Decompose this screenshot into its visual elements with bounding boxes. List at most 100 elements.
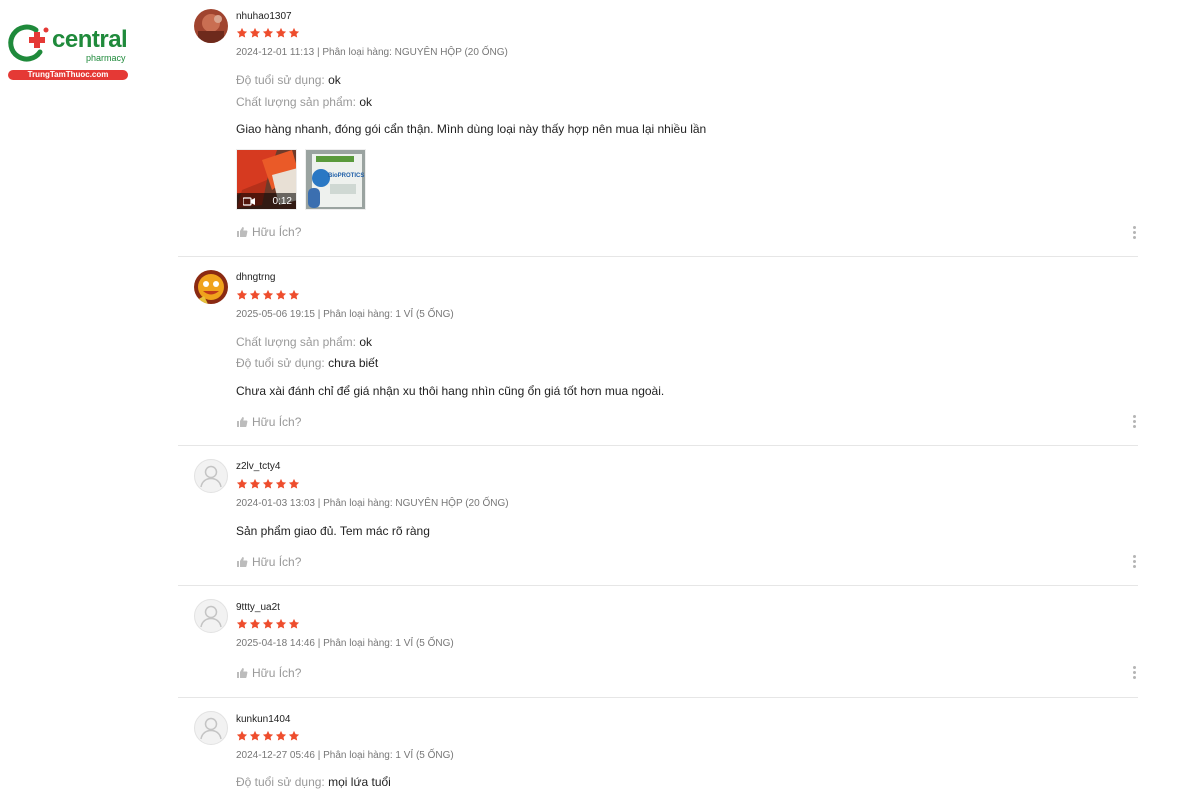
star-icon xyxy=(236,478,248,489)
star-icon xyxy=(275,27,287,38)
video-duration: 0:12 xyxy=(272,195,292,207)
video-duration-bar: 0:12 xyxy=(237,193,296,209)
star-rating xyxy=(236,27,300,39)
review-meta: 2024-12-27 05:46 | Phân loại hàng: 1 VỈ … xyxy=(236,750,454,761)
logo-brand: central xyxy=(52,26,128,53)
star-icon xyxy=(288,730,300,741)
star-icon xyxy=(262,478,274,489)
star-icon xyxy=(262,27,274,38)
review-attribute: Chất lượng sản phẩm: ok xyxy=(236,95,372,109)
attribute-value: mọi lứa tuổi xyxy=(328,775,391,789)
review-meta: 2025-05-06 19:15 | Phân loại hàng: 1 VỈ … xyxy=(236,309,454,320)
review-list: nhuhao1307 2024-12-01 11:13 | Phân loại … xyxy=(178,0,1138,800)
star-icon xyxy=(249,289,261,300)
review-attribute: Độ tuổi sử dụng: ok xyxy=(236,73,341,87)
logo-mark-icon xyxy=(8,24,49,62)
attribute-value: ok xyxy=(359,95,372,109)
star-icon xyxy=(236,27,248,38)
default-user-icon xyxy=(200,717,222,740)
default-user-icon xyxy=(200,605,222,628)
avatar-photo-icon xyxy=(194,270,228,304)
avatar[interactable] xyxy=(194,599,228,633)
attribute-label: Độ tuổi sử dụng: xyxy=(236,73,325,87)
star-icon xyxy=(236,289,248,300)
more-options-icon[interactable] xyxy=(1132,226,1136,239)
review-meta: 2025-04-18 14:46 | Phân loại hàng: 1 VỈ … xyxy=(236,638,454,649)
review-attribute: Độ tuổi sử dụng: mọi lứa tuổi xyxy=(236,775,391,789)
attribute-label: Độ tuổi sử dụng: xyxy=(236,356,325,370)
logo-site: TrungTamThuoc.com xyxy=(8,70,128,80)
helpful-button[interactable]: Hữu Ích? xyxy=(236,555,301,569)
helpful-label: Hữu Ích? xyxy=(252,666,302,680)
review-content: Chưa xài đánh chỉ để giá nhận xu thôi ha… xyxy=(236,384,665,398)
star-icon xyxy=(262,730,274,741)
star-icon xyxy=(275,730,287,741)
star-icon xyxy=(262,289,274,300)
star-icon xyxy=(288,478,300,489)
star-icon xyxy=(236,730,248,741)
review-media: 0:12 BioPROTICS xyxy=(236,149,366,210)
avatar[interactable] xyxy=(194,270,228,304)
review-meta: 2024-12-01 11:13 | Phân loại hàng: NGUYÊ… xyxy=(236,47,508,58)
star-rating xyxy=(236,478,300,490)
thumbs-up-icon xyxy=(237,668,248,678)
avatar[interactable] xyxy=(194,459,228,493)
review-item: z2lv_tcty4 2024-01-03 13:03 | Phân loại … xyxy=(178,446,1138,586)
review-attribute: Chất lượng sản phẩm: ok xyxy=(236,335,372,349)
more-options-icon[interactable] xyxy=(1132,555,1136,568)
review-username[interactable]: nhuhao1307 xyxy=(236,11,292,22)
star-rating xyxy=(236,618,300,630)
review-item: nhuhao1307 2024-12-01 11:13 | Phân loại … xyxy=(178,0,1138,257)
review-attribute: Độ tuổi sử dụng: chưa biết xyxy=(236,356,378,370)
avatar-photo-icon xyxy=(194,9,228,43)
thumbs-up-icon xyxy=(237,557,248,567)
star-icon xyxy=(236,618,248,629)
product-photo-image: BioPROTICS xyxy=(306,150,365,209)
review-content: Sản phẩm giao đủ. Tem mác rõ ràng xyxy=(236,524,430,538)
review-username[interactable]: kunkun1404 xyxy=(236,714,291,725)
product-label: BioPROTICS xyxy=(328,173,364,179)
video-camera-icon xyxy=(243,196,255,206)
review-username[interactable]: dhngtrng xyxy=(236,272,275,283)
helpful-button[interactable]: Hữu Ích? xyxy=(236,666,301,680)
attribute-value: chưa biết xyxy=(328,356,379,370)
helpful-button[interactable]: Hữu Ích? xyxy=(236,225,301,239)
review-username[interactable]: z2lv_tcty4 xyxy=(236,461,280,472)
star-icon xyxy=(249,730,261,741)
thumbs-up-icon xyxy=(237,417,248,427)
star-icon xyxy=(262,618,274,629)
attribute-label: Độ tuổi sử dụng: xyxy=(236,775,325,789)
attribute-value: ok xyxy=(359,335,372,349)
review-item: kunkun1404 2024-12-27 05:46 | Phân loại … xyxy=(178,698,1138,800)
more-options-icon[interactable] xyxy=(1132,666,1136,679)
review-content: Giao hàng nhanh, đóng gói cẩn thận. Mình… xyxy=(236,122,707,136)
star-icon xyxy=(288,618,300,629)
star-rating xyxy=(236,730,300,742)
default-user-icon xyxy=(200,465,222,488)
star-icon xyxy=(249,618,261,629)
review-item: dhngtrng 2025-05-06 19:15 | Phân loại hà… xyxy=(178,257,1138,446)
attribute-label: Chất lượng sản phẩm: xyxy=(236,95,356,109)
star-icon xyxy=(275,618,287,629)
more-options-icon[interactable] xyxy=(1132,415,1136,428)
logo-subtitle: pharmacy xyxy=(86,53,126,63)
attribute-value: ok xyxy=(328,73,341,87)
review-item: 9ttty_ua2t 2025-04-18 14:46 | Phân loại … xyxy=(178,586,1138,698)
avatar[interactable] xyxy=(194,711,228,745)
review-meta: 2024-01-03 13:03 | Phân loại hàng: NGUYÊ… xyxy=(236,498,509,509)
star-icon xyxy=(288,289,300,300)
central-pharmacy-logo[interactable]: central pharmacy TrungTamThuoc.com xyxy=(6,22,128,82)
review-image-thumbnail[interactable]: BioPROTICS xyxy=(305,149,366,210)
star-rating xyxy=(236,289,300,301)
attribute-label: Chất lượng sản phẩm: xyxy=(236,335,356,349)
star-icon xyxy=(288,27,300,38)
helpful-label: Hữu Ích? xyxy=(252,415,302,429)
star-icon xyxy=(249,478,261,489)
review-video-thumbnail[interactable]: 0:12 xyxy=(236,149,297,210)
avatar[interactable] xyxy=(194,9,228,43)
star-icon xyxy=(275,289,287,300)
star-icon xyxy=(249,27,261,38)
helpful-label: Hữu Ích? xyxy=(252,225,302,239)
helpful-button[interactable]: Hữu Ích? xyxy=(236,415,301,429)
review-username[interactable]: 9ttty_ua2t xyxy=(236,602,280,613)
